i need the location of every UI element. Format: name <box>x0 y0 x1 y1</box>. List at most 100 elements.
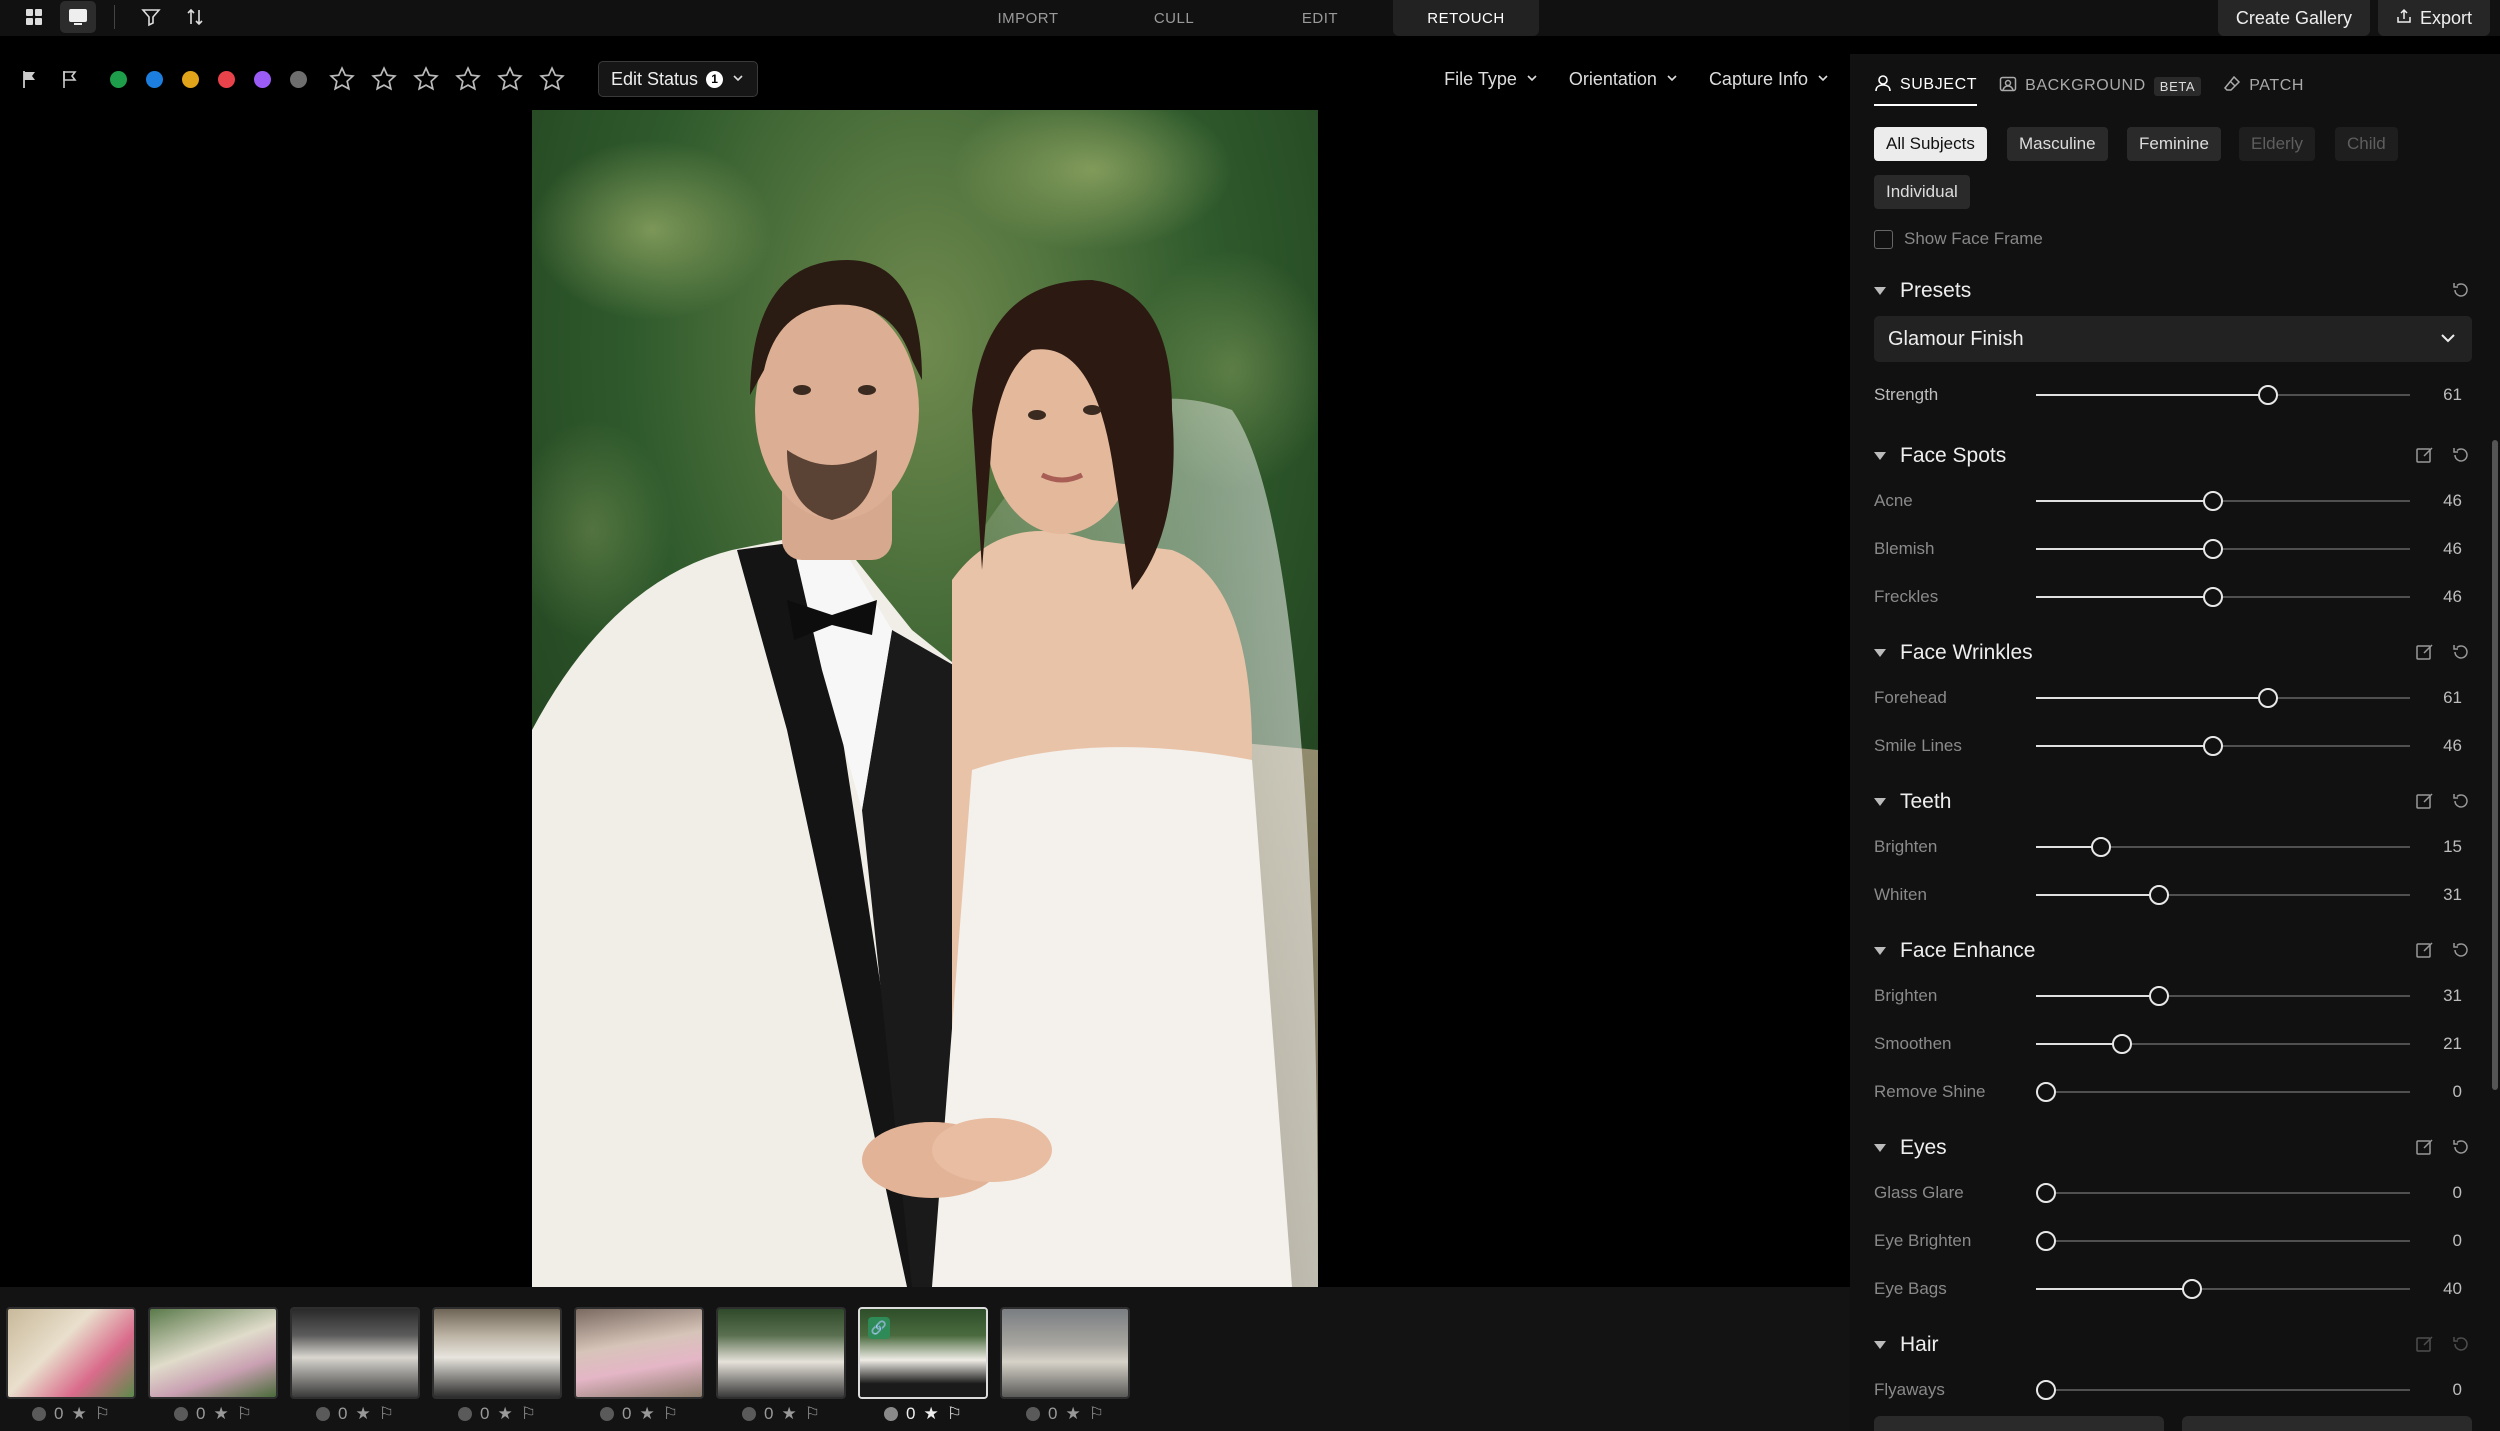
slider-track[interactable] <box>2036 587 2410 607</box>
flag-icon[interactable]: ⚐ <box>1089 1404 1104 1424</box>
footer-button-right[interactable] <box>2182 1416 2472 1431</box>
eyes-section-header[interactable]: Eyes <box>1874 1133 2472 1163</box>
slider-remove-shine[interactable]: Remove Shine 0 <box>1874 1079 2472 1105</box>
slider-track[interactable] <box>2036 1183 2410 1203</box>
reset-icon[interactable] <box>2450 279 2472 301</box>
file-type-dropdown[interactable]: File Type <box>1444 69 1539 90</box>
slider-knob[interactable] <box>2181 1279 2202 1299</box>
single-view-icon[interactable] <box>60 1 96 33</box>
flag-icon[interactable]: ⚐ <box>237 1404 252 1424</box>
reset-icon[interactable] <box>2450 444 2472 466</box>
slider-eye-bags[interactable]: Eye Bags 40 <box>1874 1276 2472 1302</box>
slider-knob[interactable] <box>2112 1034 2133 1054</box>
presets-section-header[interactable]: Presets <box>1874 276 2472 306</box>
slider-smile-lines[interactable]: Smile Lines 46 <box>1874 733 2472 759</box>
thumbnail[interactable] <box>716 1307 846 1399</box>
collapse-triangle-icon[interactable] <box>1874 287 1886 295</box>
star-filter-2-icon[interactable] <box>412 65 440 93</box>
slider-track[interactable] <box>2036 539 2410 559</box>
slider-track[interactable] <box>2036 736 2410 756</box>
main-photo-preview[interactable] <box>532 110 1318 1287</box>
face-enhance-section-header[interactable]: Face Enhance <box>1874 936 2472 966</box>
tab-import[interactable]: IMPORT <box>955 0 1101 36</box>
chip-child[interactable]: Child <box>2335 127 2398 161</box>
edit-icon[interactable] <box>2414 444 2436 466</box>
chip-individual[interactable]: Individual <box>1874 175 1970 209</box>
edit-icon[interactable] <box>2414 939 2436 961</box>
thumbnail[interactable] <box>432 1307 562 1399</box>
color-label-red[interactable] <box>218 70 235 88</box>
color-label-green[interactable] <box>110 70 127 88</box>
slider-track[interactable] <box>2036 385 2410 405</box>
thumbnail[interactable] <box>6 1307 136 1399</box>
tab-patch[interactable]: PATCH <box>2223 66 2304 106</box>
orientation-dropdown[interactable]: Orientation <box>1569 69 1679 90</box>
slider-knob[interactable] <box>2203 587 2224 607</box>
collapse-triangle-icon[interactable] <box>1874 798 1886 806</box>
slider-track[interactable] <box>2036 1231 2410 1251</box>
thumbnail-selected[interactable]: 🔗 <box>858 1307 988 1399</box>
flag-icon[interactable]: ⚐ <box>663 1404 678 1424</box>
star-icon[interactable]: ★ <box>213 1404 228 1424</box>
slider-track[interactable] <box>2036 885 2410 905</box>
color-label-dot[interactable] <box>742 1407 757 1421</box>
star-icon[interactable]: ★ <box>355 1404 370 1424</box>
slider-smoothen[interactable]: Smoothen 21 <box>1874 1031 2472 1057</box>
edit-icon[interactable] <box>2414 641 2436 663</box>
sort-icon[interactable] <box>177 1 213 33</box>
color-label-dot[interactable] <box>600 1407 615 1421</box>
thumbnail[interactable] <box>290 1307 420 1399</box>
flag-icon[interactable]: ⚐ <box>379 1404 394 1424</box>
slider-knob[interactable] <box>2148 986 2169 1006</box>
color-label-dot[interactable] <box>316 1407 331 1421</box>
flag-filled-icon[interactable] <box>18 67 42 91</box>
slider-glass-glare[interactable]: Glass Glare 0 <box>1874 1180 2472 1206</box>
reset-icon[interactable] <box>2450 1136 2472 1158</box>
star-icon[interactable]: ★ <box>1065 1404 1080 1424</box>
collapse-triangle-icon[interactable] <box>1874 649 1886 657</box>
slider-knob[interactable] <box>2036 1183 2056 1203</box>
edit-status-dropdown[interactable]: Edit Status 1 <box>598 61 759 97</box>
capture-info-dropdown[interactable]: Capture Info <box>1709 69 1830 90</box>
chip-feminine[interactable]: Feminine <box>2127 127 2221 161</box>
collapse-triangle-icon[interactable] <box>1874 1144 1886 1152</box>
color-label-yellow[interactable] <box>182 70 199 88</box>
grid-view-icon[interactable] <box>16 1 52 33</box>
edit-icon[interactable] <box>2414 1333 2436 1355</box>
slider-acne[interactable]: Acne 46 <box>1874 488 2472 514</box>
panel-scrollbar[interactable] <box>2492 440 2498 1090</box>
color-label-dot[interactable] <box>1026 1407 1041 1421</box>
star-filter-0-icon[interactable] <box>328 65 356 93</box>
footer-button-left[interactable] <box>1874 1416 2164 1431</box>
slider-freckles[interactable]: Freckles 46 <box>1874 584 2472 610</box>
color-label-blue[interactable] <box>146 70 163 88</box>
filter-icon[interactable] <box>133 1 169 33</box>
slider-knob[interactable] <box>2148 885 2169 905</box>
flag-icon[interactable]: ⚐ <box>521 1404 536 1424</box>
slider-teeth-whiten[interactable]: Whiten 31 <box>1874 882 2472 908</box>
hair-section-header[interactable]: Hair <box>1874 1330 2472 1360</box>
slider-knob[interactable] <box>2258 688 2279 708</box>
slider-knob[interactable] <box>2036 1380 2056 1400</box>
thumbnail[interactable] <box>574 1307 704 1399</box>
reset-icon[interactable] <box>2450 939 2472 961</box>
slider-strength[interactable]: Strength 61 <box>1874 382 2472 408</box>
slider-track[interactable] <box>2036 1082 2410 1102</box>
edit-icon[interactable] <box>2414 790 2436 812</box>
collapse-triangle-icon[interactable] <box>1874 947 1886 955</box>
star-filter-4-icon[interactable] <box>496 65 524 93</box>
color-label-dot[interactable] <box>174 1407 189 1421</box>
reset-icon[interactable] <box>2450 790 2472 812</box>
create-gallery-button[interactable]: Create Gallery <box>2217 0 2370 36</box>
chip-elderly[interactable]: Elderly <box>2239 127 2315 161</box>
tab-subject[interactable]: SUBJECT <box>1874 66 1978 106</box>
slider-face-brighten[interactable]: Brighten 31 <box>1874 983 2472 1009</box>
slider-track[interactable] <box>2036 1279 2410 1299</box>
show-face-frame-checkbox[interactable] <box>1874 229 1893 249</box>
collapse-triangle-icon[interactable] <box>1874 1341 1886 1349</box>
star-filter-5-icon[interactable] <box>538 65 566 93</box>
chip-all-subjects[interactable]: All Subjects <box>1874 127 1987 161</box>
chip-masculine[interactable]: Masculine <box>2007 127 2108 161</box>
color-label-gray[interactable] <box>290 70 307 88</box>
star-icon[interactable]: ★ <box>497 1404 512 1424</box>
